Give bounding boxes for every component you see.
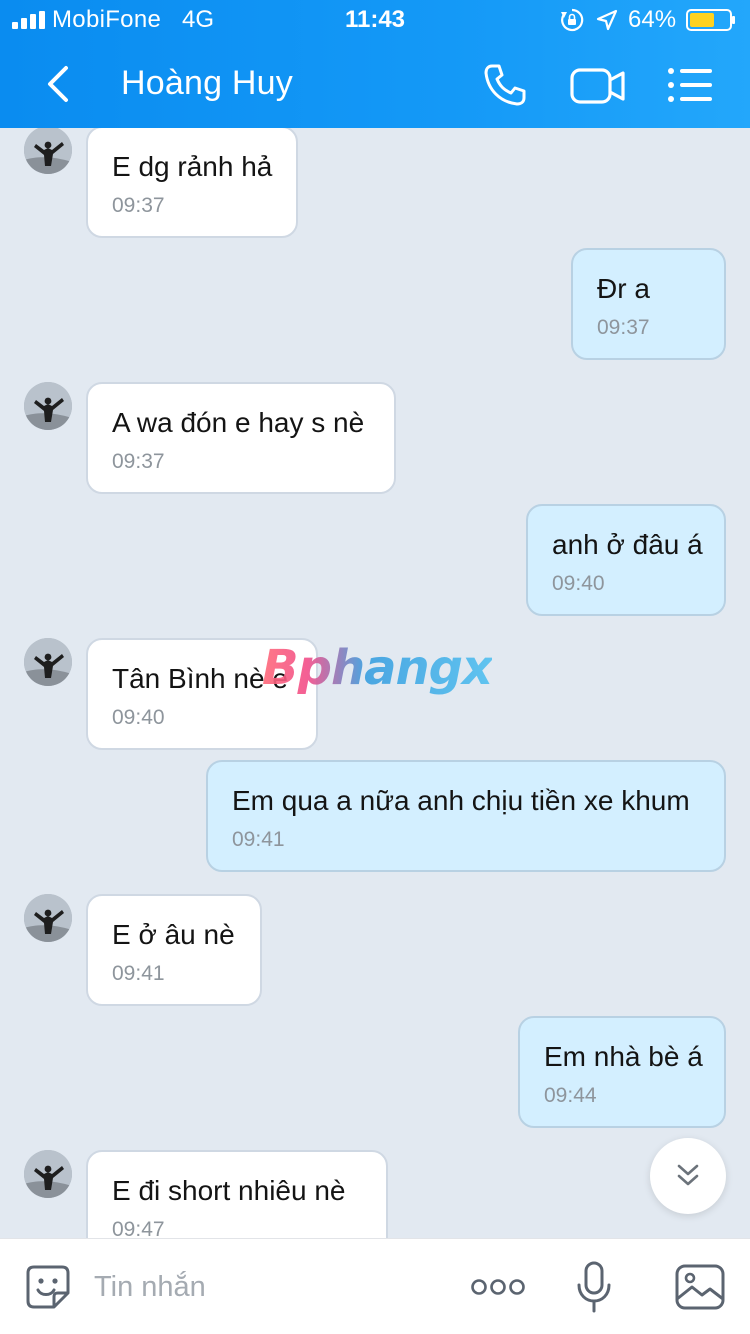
avatar[interactable] [24,638,72,686]
message-text: A wa đón e hay s nè [112,407,365,438]
video-camera-icon[interactable] [570,66,626,106]
phone-icon[interactable] [482,62,528,108]
avatar[interactable] [24,894,72,942]
message-input[interactable] [94,1265,434,1309]
double-chevron-down-icon [677,1164,699,1186]
contact-name[interactable]: Hoàng Huy [121,64,293,103]
outgoing-message-bubble[interactable]: anh ở đâu á 09:40 [526,504,726,616]
incoming-message-bubble[interactable]: E ở âu nè 09:41 [86,894,262,1006]
message-text: Tân Bình nè e [112,663,288,694]
battery-icon [686,9,735,31]
rotation-lock-icon [561,8,584,32]
avatar[interactable] [24,382,72,430]
microphone-icon[interactable] [576,1261,612,1315]
message-timestamp: 09:44 [544,1084,597,1107]
incoming-message-bubble[interactable]: E dg rảnh hả 09:37 [86,128,298,238]
message-timestamp: 09:41 [232,828,285,851]
message-timestamp: 09:37 [597,316,650,339]
message-text: Đr a [597,273,650,304]
status-bar: MobiFone 4G 11:43 64% [0,0,750,40]
list-menu-icon[interactable] [666,66,714,104]
message-input-bar [0,1238,750,1334]
incoming-message-bubble[interactable]: Tân Bình nè e 09:40 [86,638,318,750]
incoming-message-bubble[interactable]: A wa đón e hay s nè 09:37 [86,382,396,494]
outgoing-message-bubble[interactable]: Em nhà bè á 09:44 [518,1016,726,1128]
message-list[interactable]: E dg rảnh hả 09:37 Đr a 09:37 A wa đón e hay… [0,128,750,1238]
avatar[interactable] [24,128,72,174]
message-text: E đi short nhiêu nè [112,1175,346,1206]
avatar[interactable] [24,1150,72,1198]
message-timestamp: 09:47 [112,1218,165,1238]
message-timestamp: 09:37 [112,450,165,473]
outgoing-message-bubble[interactable]: Em qua a nữa anh chịu tiền xe khum 09:41 [206,760,726,872]
message-text: Em qua a nữa anh chịu tiền xe khum [232,785,690,816]
message-text: Em nhà bè á [544,1041,703,1072]
message-text: E dg rảnh hả [112,151,273,182]
message-timestamp: 09:40 [552,572,605,595]
more-dots-icon[interactable] [470,1275,526,1299]
emoji-sticker-icon[interactable] [24,1263,72,1311]
message-timestamp: 09:41 [112,962,165,985]
message-timestamp: 09:37 [112,194,165,217]
nav-bar: Hoàng Huy [0,40,750,128]
battery-percent: 64% [628,6,677,33]
message-text: E ở âu nè [112,919,235,950]
outgoing-message-bubble[interactable]: Đr a 09:37 [571,248,726,360]
chat-header: MobiFone 4G 11:43 64% Hoàng Huy [0,0,750,128]
scroll-to-bottom-button[interactable] [650,1138,726,1214]
image-icon[interactable] [674,1263,726,1311]
back-chevron-icon[interactable] [40,62,76,106]
location-arrow-icon [596,9,618,31]
message-timestamp: 09:40 [112,706,165,729]
message-text: anh ở đâu á [552,529,703,560]
incoming-message-bubble[interactable]: E đi short nhiêu nè 09:47 [86,1150,388,1238]
